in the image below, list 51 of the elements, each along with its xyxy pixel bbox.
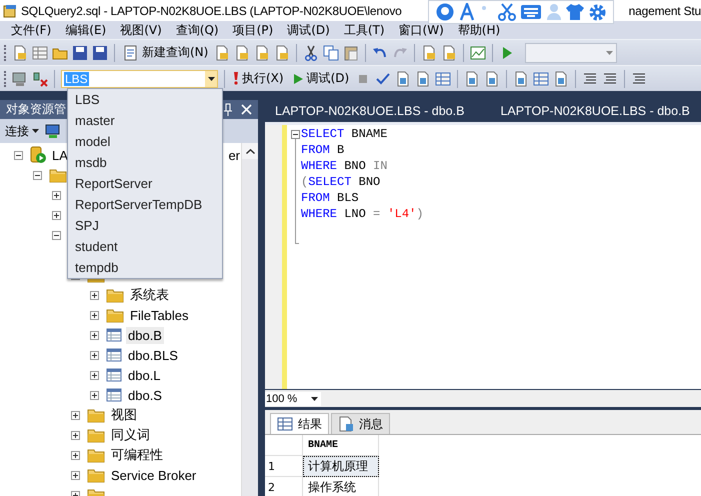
row-number: 2	[265, 477, 303, 496]
code-line: WHERE BNO IN	[301, 158, 388, 174]
tree-item[interactable]: dbo.B	[126, 326, 164, 344]
code-line: WHERE LNO = 'L4')	[301, 206, 424, 222]
menu-item[interactable]: 帮助(H)	[450, 22, 508, 38]
connect-button[interactable]: 连接	[5, 122, 39, 140]
tree-item[interactable]: 可编程性	[109, 445, 165, 465]
window-title: nagement Stu	[628, 4, 701, 18]
menu-item[interactable]: 文件(F)	[4, 22, 58, 38]
dropdown-option[interactable]: student	[68, 236, 222, 257]
dropdown-option[interactable]: master	[68, 110, 222, 131]
dropdown-option[interactable]: tempdb	[68, 257, 222, 278]
table-cell[interactable]: 计算机原理	[303, 456, 379, 477]
tree-item[interactable]: dbo.L	[126, 366, 163, 384]
dropdown-option[interactable]: msdb	[68, 152, 222, 173]
code-line: SELECT BNAME	[301, 126, 388, 142]
window-title: SQLQuery2.sql - LAPTOP-N02K8UOE.LBS (LAPTOP-N02K8UOE\lenovo	[21, 4, 402, 18]
editor-tab[interactable]: LAPTOP-N02K8UOE.LBS - dbo.B	[500, 104, 690, 118]
debug-button[interactable]: 调试(D)	[290, 70, 352, 87]
new-query-button[interactable]: 新建查询(N)	[121, 44, 210, 61]
dropdown-option[interactable]: LBS	[68, 89, 222, 110]
tree-item[interactable]: 系统表	[128, 285, 171, 305]
tree-item[interactable]: 视图	[109, 405, 139, 425]
dropdown-option[interactable]: ReportServer	[68, 173, 222, 194]
code-line: (SELECT BNO	[301, 174, 382, 190]
dropdown-option[interactable]: model	[68, 131, 222, 152]
menu-item[interactable]: 项目(P)	[226, 22, 280, 38]
panel-title: 对象资源管	[6, 101, 66, 118]
tree-item[interactable]: 同义词	[109, 425, 152, 445]
menu-item[interactable]: 视图(V)	[113, 22, 169, 38]
tree-item[interactable]: Service Broker	[109, 466, 198, 484]
tree-item[interactable]: FileTables	[128, 306, 191, 324]
menu-item[interactable]: 查询(Q)	[168, 22, 226, 38]
code-line: FROM BLS	[301, 190, 360, 206]
editor-tab[interactable]: LAPTOP-N02K8UOE.LBS - dbo.B	[275, 104, 464, 118]
dropdown-option[interactable]: SPJ	[68, 215, 222, 236]
code-line: FROM B	[301, 142, 346, 158]
menu-item[interactable]: 调试(D)	[280, 22, 337, 38]
tree-item[interactable]: dbo.BLS	[126, 346, 180, 364]
menu-item[interactable]: 工具(T)	[336, 22, 392, 38]
server-label[interactable]: LA	[50, 146, 70, 164]
menu-item[interactable]: 编辑(E)	[58, 22, 114, 38]
execute-button[interactable]: 执行(X)	[231, 70, 286, 87]
table-cell[interactable]: 操作系统	[303, 477, 379, 496]
tree-item[interactable]: dbo.S	[126, 386, 164, 404]
result-tab[interactable]: 消息	[331, 413, 390, 434]
server-label[interactable]: er	[228, 146, 240, 164]
menu-item[interactable]: 窗口(W)	[392, 22, 451, 38]
zoom-dropdown[interactable]: 100 %	[265, 392, 321, 406]
result-tab[interactable]: 结果	[270, 413, 329, 434]
dropdown-option[interactable]: ReportServerTempDB	[68, 194, 222, 215]
